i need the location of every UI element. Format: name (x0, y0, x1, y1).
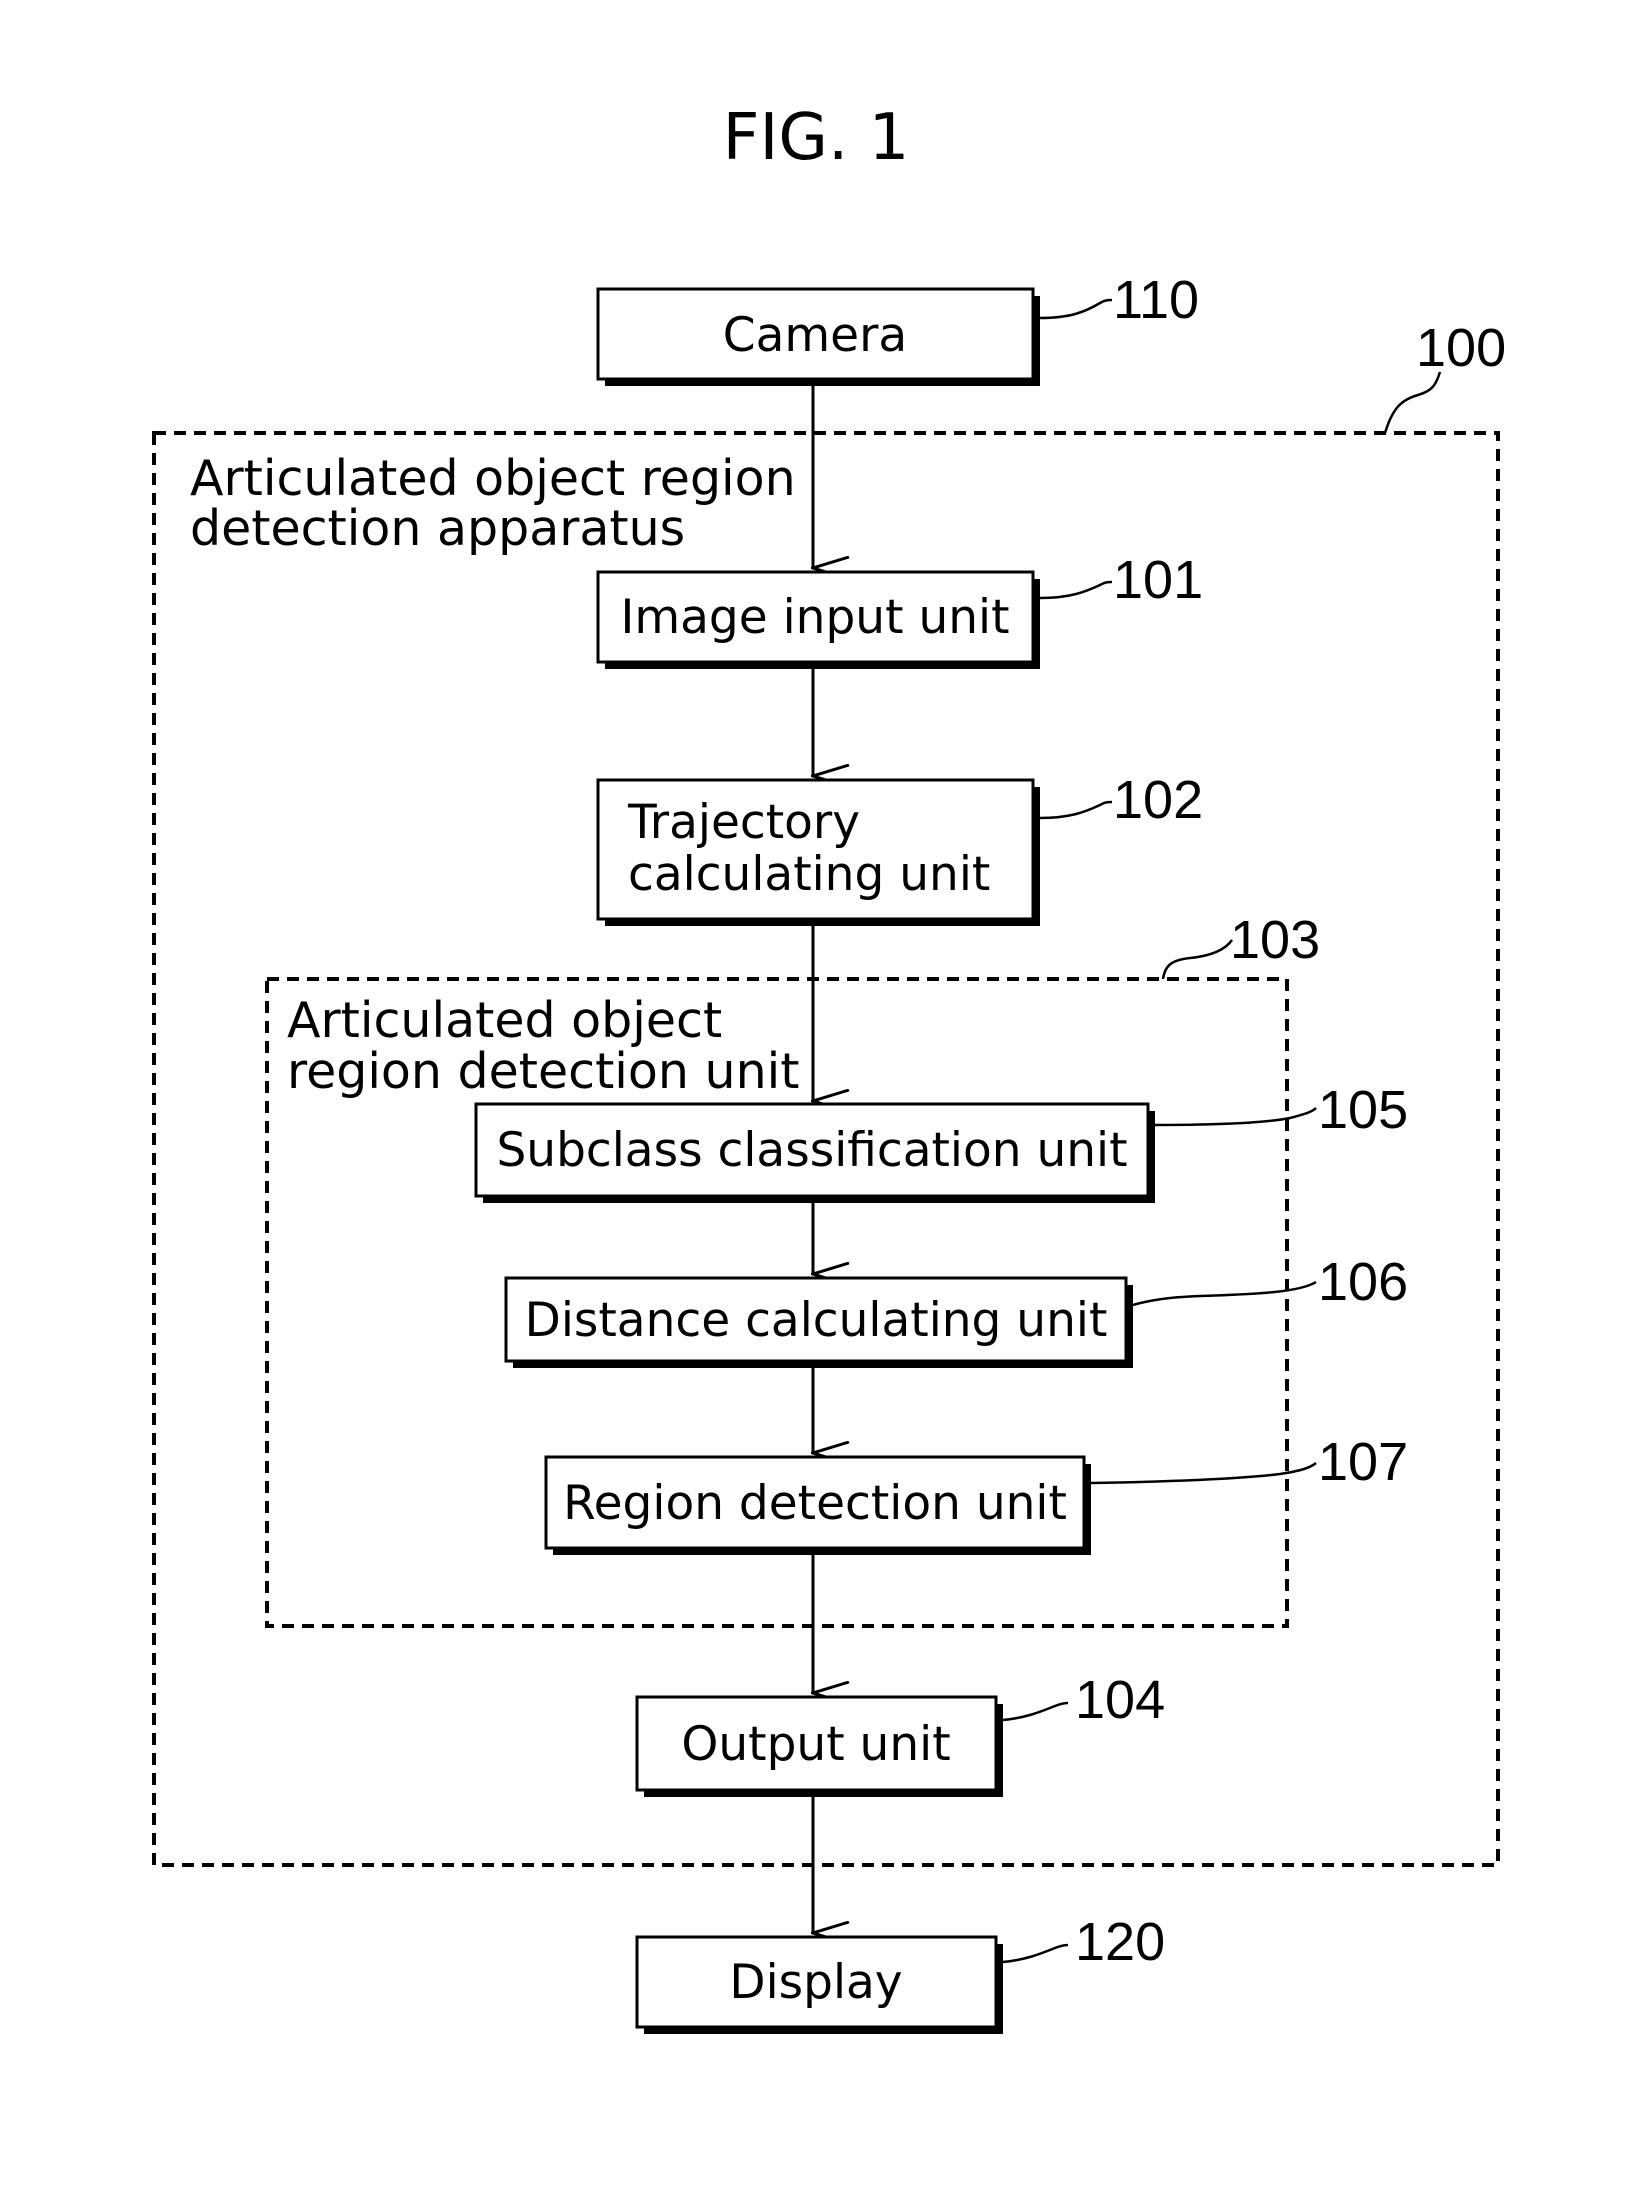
display-ref-leader (1002, 1943, 1069, 1964)
display-label: Display (729, 1955, 902, 2010)
camera-block-label: Camera (723, 308, 907, 363)
camera-block: Camera (596, 287, 1040, 386)
apparatus-ref-leader (1383, 371, 1442, 434)
apparatus-group-label-line2: detection apparatus (190, 500, 685, 557)
display-block: Display (635, 1935, 1003, 2034)
distance-calculating-unit-block: Distance calculating unit (504, 1276, 1133, 1368)
camera-ref-leader (1039, 298, 1113, 320)
detection-unit-group-label-line1: Articulated object (287, 992, 722, 1049)
distance-calculating-unit-ref-number: 106 (1318, 1252, 1408, 1312)
distance-calculating-unit-label: Distance calculating unit (525, 1293, 1108, 1348)
image-input-unit-label: Image input unit (620, 590, 1009, 645)
trajectory-calculating-unit-ref-number: 102 (1113, 770, 1203, 830)
detection-unit-group-label-line2: region detection unit (287, 1043, 799, 1100)
trajectory-calculating-unit-label-line1: Trajectory (627, 795, 860, 850)
display-ref-number: 120 (1075, 1912, 1165, 1972)
trajectory-calculating-unit-block: Trajectory calculating unit (596, 778, 1040, 926)
trajectory-calculating-unit-ref-leader (1039, 800, 1113, 820)
output-unit-label: Output unit (681, 1717, 950, 1772)
subclass-classification-unit-ref-leader (1154, 1107, 1317, 1127)
figure-title: FIG. 1 (723, 101, 910, 175)
region-detection-unit-block: Region detection unit (544, 1455, 1091, 1555)
subclass-classification-unit-label: Subclass classification unit (496, 1123, 1127, 1178)
output-unit-block: Output unit (635, 1695, 1003, 1797)
output-unit-ref-number: 104 (1075, 1670, 1165, 1730)
apparatus-ref-number: 100 (1416, 318, 1506, 378)
trajectory-calculating-unit-label-line2: calculating unit (628, 847, 990, 902)
image-input-unit-ref-number: 101 (1113, 550, 1203, 610)
region-detection-unit-ref-leader (1090, 1462, 1317, 1485)
detection-unit-ref-number: 103 (1230, 910, 1320, 970)
image-input-unit-ref-leader (1039, 580, 1113, 600)
subclass-classification-unit-ref-number: 105 (1318, 1080, 1408, 1140)
camera-ref-number: 110 (1113, 270, 1199, 330)
block-diagram: FIG. 1 Articulated object region detecti… (152, 101, 1506, 2034)
image-input-unit-block: Image input unit (596, 570, 1040, 669)
region-detection-unit-ref-number: 107 (1318, 1432, 1408, 1492)
region-detection-unit-label: Region detection unit (563, 1476, 1067, 1531)
apparatus-group-label-line1: Articulated object region (190, 450, 796, 507)
output-unit-ref-leader (1002, 1701, 1069, 1722)
detection-unit-ref-leader (1161, 939, 1234, 980)
subclass-classification-unit-block: Subclass classification unit (474, 1102, 1155, 1203)
